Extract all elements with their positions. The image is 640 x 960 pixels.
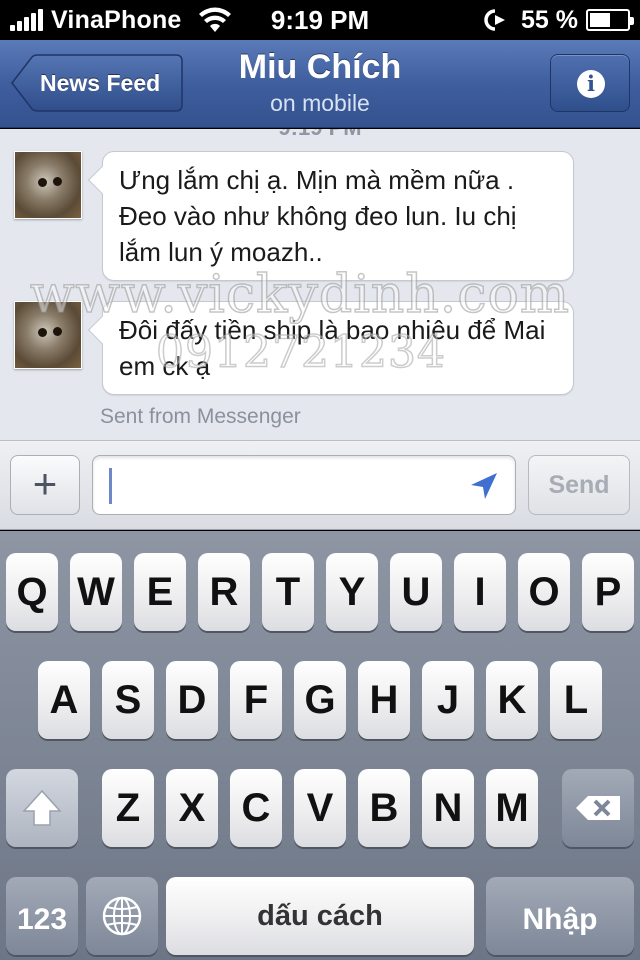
return-key[interactable]: Nhập [486, 877, 634, 955]
backspace-icon [576, 796, 620, 820]
key-m[interactable]: M [486, 769, 538, 847]
key-x[interactable]: X [166, 769, 218, 847]
status-bar: VinaPhone 9:19 PM 55 % [0, 0, 640, 40]
key-d[interactable]: D [166, 661, 218, 739]
conversation-area[interactable]: 9:19 PM Ưng lắm chị ạ. Mịn mà mềm nữa . … [0, 129, 640, 440]
message-timestamp: 9:19 PM [0, 129, 640, 141]
compose-bar: + Send [0, 440, 640, 530]
shift-key[interactable] [6, 769, 78, 847]
key-k[interactable]: K [486, 661, 538, 739]
globe-icon [102, 896, 142, 936]
key-s[interactable]: S [102, 661, 154, 739]
backspace-key[interactable] [562, 769, 634, 847]
key-b[interactable]: B [358, 769, 410, 847]
key-z[interactable]: Z [102, 769, 154, 847]
key-t[interactable]: T [262, 553, 314, 631]
text-cursor [109, 468, 112, 504]
key-h[interactable]: H [358, 661, 410, 739]
page-title: Miu Chích [238, 48, 402, 86]
keyboard: 123 dấu cách Nhập QWERTYUIOP ASDFGHJKL ZXC… [0, 531, 640, 960]
send-button[interactable]: Send [528, 455, 630, 515]
sent-from-label: Sent from Messenger [100, 405, 301, 428]
key-e[interactable]: E [134, 553, 186, 631]
key-a[interactable]: A [38, 661, 90, 739]
info-icon: i [577, 70, 605, 98]
key-g[interactable]: G [294, 661, 346, 739]
plus-icon: + [32, 460, 58, 507]
key-q[interactable]: Q [6, 553, 58, 631]
message-text: Ưng lắm chị ạ. Mịn mà mềm nữa . Đeo vào … [119, 165, 517, 267]
key-w[interactable]: W [70, 553, 122, 631]
key-p[interactable]: P [582, 553, 634, 631]
info-button[interactable]: i [550, 54, 630, 112]
key-u[interactable]: U [390, 553, 442, 631]
avatar[interactable] [14, 151, 82, 219]
battery-fill [590, 13, 610, 27]
key-c[interactable]: C [230, 769, 282, 847]
globe-key[interactable] [86, 877, 158, 955]
location-arrow-icon[interactable] [469, 471, 499, 501]
key-v[interactable]: V [294, 769, 346, 847]
key-r[interactable]: R [198, 553, 250, 631]
numbers-key[interactable]: 123 [6, 877, 78, 955]
page-subtitle: on mobile [270, 90, 370, 116]
key-i[interactable]: I [454, 553, 506, 631]
battery-icon [586, 9, 634, 31]
message-input[interactable] [92, 455, 516, 515]
navigation-bar: News Feed Miu Chích on mobile i [0, 40, 640, 128]
key-n[interactable]: N [422, 769, 474, 847]
key-o[interactable]: O [518, 553, 570, 631]
watermark-website: www.vickydinh.com [29, 264, 571, 326]
space-key[interactable]: dấu cách [166, 877, 474, 955]
rotation-lock-icon [484, 9, 506, 31]
key-y[interactable]: Y [326, 553, 378, 631]
key-f[interactable]: F [230, 661, 282, 739]
attach-button[interactable]: + [10, 455, 80, 515]
battery-percent: 55 % [521, 5, 578, 34]
key-l[interactable]: L [550, 661, 602, 739]
key-j[interactable]: J [422, 661, 474, 739]
watermark-phone: 0912721234 [155, 326, 446, 379]
message-bubble[interactable]: Ưng lắm chị ạ. Mịn mà mềm nữa . Đeo vào … [87, 151, 574, 281]
shift-arrow-icon [22, 789, 62, 826]
